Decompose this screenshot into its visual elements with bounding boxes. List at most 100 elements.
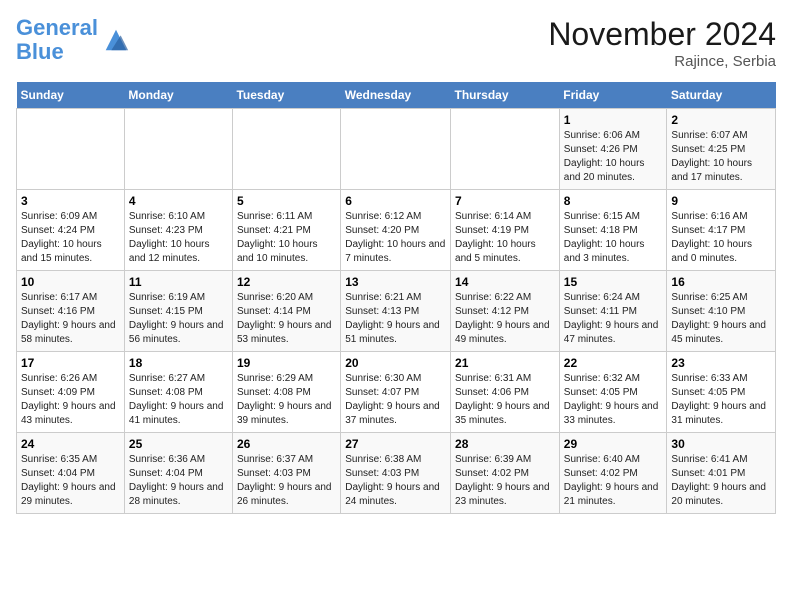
title-area: November 2024 Rajince, Serbia <box>548 16 776 70</box>
day-info: Sunrise: 6:10 AM Sunset: 4:23 PM Dayligh… <box>129 210 228 266</box>
day-info: Sunrise: 6:21 AM Sunset: 4:13 PM Dayligh… <box>345 291 446 347</box>
calendar-cell: 27 Sunrise: 6:38 AM Sunset: 4:03 PM Dayli… <box>341 433 451 514</box>
day-number: 27 <box>345 437 446 451</box>
calendar-week-row: 24Sunrise: 6:35 AM Sunset: 4:04 PM Dayli… <box>17 433 776 514</box>
calendar-week-row: 10 Sunrise: 6:17 AM Sunset: 4:16 PM Dayli… <box>17 271 776 352</box>
day-info: Sunrise: 6:14 AM Sunset: 4:19 PM Dayligh… <box>455 210 555 266</box>
calendar-cell: 17 Sunrise: 6:26 AM Sunset: 4:09 PM Dayli… <box>17 352 125 433</box>
calendar-header-row: SundayMondayTuesdayWednesdayThursdayFrid… <box>17 82 776 109</box>
calendar-week-row: 1Sunrise: 6:06 AM Sunset: 4:26 PM Daylig… <box>17 109 776 190</box>
day-info: Sunrise: 6:36 AM Sunset: 4:04 PM Dayligh… <box>129 453 228 509</box>
day-number: 14 <box>455 275 555 289</box>
calendar-cell: 6 Sunrise: 6:12 AM Sunset: 4:20 PM Daylig… <box>341 190 451 271</box>
day-info: Sunrise: 6:11 AM Sunset: 4:21 PM Dayligh… <box>237 210 336 266</box>
calendar-cell <box>451 109 560 190</box>
day-header: Tuesday <box>232 82 340 109</box>
calendar-table: SundayMondayTuesdayWednesdayThursdayFrid… <box>16 82 776 514</box>
calendar-cell: 5 Sunrise: 6:11 AM Sunset: 4:21 PM Daylig… <box>232 190 340 271</box>
day-info: Sunrise: 6:12 AM Sunset: 4:20 PM Dayligh… <box>345 210 446 266</box>
day-info: Sunrise: 6:16 AM Sunset: 4:17 PM Dayligh… <box>671 210 771 266</box>
day-number: 22 <box>564 356 663 370</box>
day-number: 11 <box>129 275 228 289</box>
day-number: 13 <box>345 275 446 289</box>
header: GeneralBlue November 2024 Rajince, Serbi… <box>16 16 776 70</box>
day-number: 4 <box>129 194 228 208</box>
day-number: 1 <box>564 113 663 127</box>
day-number: 7 <box>455 194 555 208</box>
day-info: Sunrise: 6:09 AM Sunset: 4:24 PM Dayligh… <box>21 210 120 266</box>
day-number: 12 <box>237 275 336 289</box>
calendar-cell: 4 Sunrise: 6:10 AM Sunset: 4:23 PM Daylig… <box>124 190 232 271</box>
calendar-cell: 9 Sunrise: 6:16 AM Sunset: 4:17 PM Daylig… <box>667 190 776 271</box>
day-number: 17 <box>21 356 120 370</box>
day-info: Sunrise: 6:33 AM Sunset: 4:05 PM Dayligh… <box>671 372 771 428</box>
day-info: Sunrise: 6:30 AM Sunset: 4:07 PM Dayligh… <box>345 372 446 428</box>
calendar-cell: 29 Sunrise: 6:40 AM Sunset: 4:02 PM Dayli… <box>559 433 667 514</box>
calendar-cell <box>341 109 451 190</box>
calendar-cell: 19 Sunrise: 6:29 AM Sunset: 4:08 PM Dayli… <box>232 352 340 433</box>
calendar-cell: 15Sunrise: 6:24 AM Sunset: 4:11 PM Dayli… <box>559 271 667 352</box>
day-info: Sunrise: 6:41 AM Sunset: 4:01 PM Dayligh… <box>671 453 771 509</box>
day-number: 5 <box>237 194 336 208</box>
calendar-cell: 30 Sunrise: 6:41 AM Sunset: 4:01 PM Dayli… <box>667 433 776 514</box>
day-number: 26 <box>237 437 336 451</box>
calendar-cell: 10 Sunrise: 6:17 AM Sunset: 4:16 PM Dayli… <box>17 271 125 352</box>
day-info: Sunrise: 6:27 AM Sunset: 4:08 PM Dayligh… <box>129 372 228 428</box>
calendar-cell: 26 Sunrise: 6:37 AM Sunset: 4:03 PM Dayli… <box>232 433 340 514</box>
day-info: Sunrise: 6:37 AM Sunset: 4:03 PM Dayligh… <box>237 453 336 509</box>
day-number: 6 <box>345 194 446 208</box>
calendar-body: 1Sunrise: 6:06 AM Sunset: 4:26 PM Daylig… <box>17 109 776 514</box>
day-number: 21 <box>455 356 555 370</box>
day-info: Sunrise: 6:22 AM Sunset: 4:12 PM Dayligh… <box>455 291 555 347</box>
calendar-cell <box>232 109 340 190</box>
calendar-cell: 11Sunrise: 6:19 AM Sunset: 4:15 PM Dayli… <box>124 271 232 352</box>
day-number: 23 <box>671 356 771 370</box>
day-number: 15 <box>564 275 663 289</box>
location: Rajince, Serbia <box>548 53 776 70</box>
calendar-cell <box>124 109 232 190</box>
calendar-cell: 21 Sunrise: 6:31 AM Sunset: 4:06 PM Dayli… <box>451 352 560 433</box>
calendar-cell: 16Sunrise: 6:25 AM Sunset: 4:10 PM Dayli… <box>667 271 776 352</box>
day-header: Saturday <box>667 82 776 109</box>
day-info: Sunrise: 6:15 AM Sunset: 4:18 PM Dayligh… <box>564 210 663 266</box>
day-number: 9 <box>671 194 771 208</box>
calendar-cell: 8 Sunrise: 6:15 AM Sunset: 4:18 PM Daylig… <box>559 190 667 271</box>
calendar-cell: 14 Sunrise: 6:22 AM Sunset: 4:12 PM Dayli… <box>451 271 560 352</box>
calendar-cell: 2 Sunrise: 6:07 AM Sunset: 4:25 PM Daylig… <box>667 109 776 190</box>
calendar-week-row: 17 Sunrise: 6:26 AM Sunset: 4:09 PM Dayli… <box>17 352 776 433</box>
day-number: 25 <box>129 437 228 451</box>
day-info: Sunrise: 6:32 AM Sunset: 4:05 PM Dayligh… <box>564 372 663 428</box>
day-number: 24 <box>21 437 120 451</box>
calendar-cell: 25 Sunrise: 6:36 AM Sunset: 4:04 PM Dayli… <box>124 433 232 514</box>
calendar-cell: 1Sunrise: 6:06 AM Sunset: 4:26 PM Daylig… <box>559 109 667 190</box>
day-info: Sunrise: 6:26 AM Sunset: 4:09 PM Dayligh… <box>21 372 120 428</box>
day-info: Sunrise: 6:40 AM Sunset: 4:02 PM Dayligh… <box>564 453 663 509</box>
day-number: 16 <box>671 275 771 289</box>
day-header: Monday <box>124 82 232 109</box>
day-number: 29 <box>564 437 663 451</box>
day-number: 30 <box>671 437 771 451</box>
calendar-week-row: 3Sunrise: 6:09 AM Sunset: 4:24 PM Daylig… <box>17 190 776 271</box>
logo: GeneralBlue <box>16 16 130 64</box>
calendar-cell: 18Sunrise: 6:27 AM Sunset: 4:08 PM Dayli… <box>124 352 232 433</box>
day-number: 10 <box>21 275 120 289</box>
day-info: Sunrise: 6:17 AM Sunset: 4:16 PM Dayligh… <box>21 291 120 347</box>
day-number: 20 <box>345 356 446 370</box>
day-number: 19 <box>237 356 336 370</box>
calendar-cell: 3Sunrise: 6:09 AM Sunset: 4:24 PM Daylig… <box>17 190 125 271</box>
day-info: Sunrise: 6:29 AM Sunset: 4:08 PM Dayligh… <box>237 372 336 428</box>
day-info: Sunrise: 6:38 AM Sunset: 4:03 PM Dayligh… <box>345 453 446 509</box>
day-info: Sunrise: 6:07 AM Sunset: 4:25 PM Dayligh… <box>671 129 771 185</box>
day-header: Friday <box>559 82 667 109</box>
calendar-cell: 24Sunrise: 6:35 AM Sunset: 4:04 PM Dayli… <box>17 433 125 514</box>
day-number: 2 <box>671 113 771 127</box>
calendar-cell: 23 Sunrise: 6:33 AM Sunset: 4:05 PM Dayli… <box>667 352 776 433</box>
calendar-cell <box>17 109 125 190</box>
day-info: Sunrise: 6:31 AM Sunset: 4:06 PM Dayligh… <box>455 372 555 428</box>
day-number: 8 <box>564 194 663 208</box>
calendar-cell: 28Sunrise: 6:39 AM Sunset: 4:02 PM Dayli… <box>451 433 560 514</box>
calendar-cell: 20 Sunrise: 6:30 AM Sunset: 4:07 PM Dayli… <box>341 352 451 433</box>
logo-text: GeneralBlue <box>16 16 98 64</box>
calendar-cell: 12Sunrise: 6:20 AM Sunset: 4:14 PM Dayli… <box>232 271 340 352</box>
logo-icon <box>102 26 130 54</box>
